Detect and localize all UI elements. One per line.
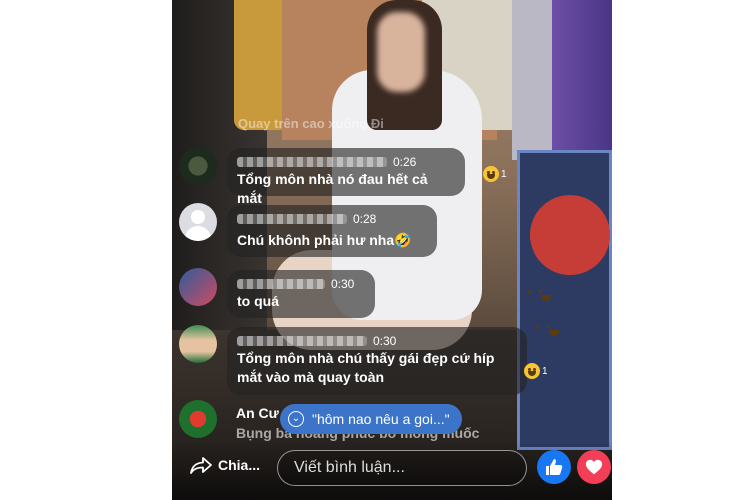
comment-bubble[interactable]: 0:30 to quá [227, 270, 375, 318]
comment-time: 0:26 [393, 155, 417, 169]
comment-time: 0:30 [331, 277, 355, 291]
commenter-name-blurred [237, 214, 347, 224]
share-label: Chia... [218, 457, 261, 473]
new-comments-button[interactable]: ⌄ "hôm nao nêu a goi..." [280, 404, 462, 434]
comment-placeholder: Viết bình luận... [294, 459, 405, 476]
reaction-count: 1 [501, 168, 507, 180]
reaction-count: 1 [542, 365, 548, 377]
comment-text-line2: mắt vào mà quay toàn [237, 369, 385, 385]
comment-reaction[interactable]: 1 [524, 363, 548, 379]
bottom-action-bar: Chia... Viết bình luận... [172, 440, 612, 500]
love-button[interactable] [577, 450, 611, 484]
comment-text: Chú khônh phải hư nha🤣 [237, 232, 412, 248]
avatar[interactable] [179, 400, 217, 438]
floating-reaction [535, 283, 557, 305]
chevron-down-icon: ⌄ [288, 411, 304, 427]
avatar[interactable] [179, 325, 217, 363]
comment-time: 0:30 [373, 334, 397, 348]
live-comments-overlay: Quay trên cao xuống Đi 0:26 Tổng môn nhà… [172, 0, 612, 500]
commenter-name-blurred [237, 157, 387, 167]
avatar[interactable] [179, 203, 217, 241]
comment-time: 0:28 [353, 212, 377, 226]
commenter-name: An Cư [236, 405, 279, 421]
comment-bubble[interactable]: 0:26 Tổng môn nhà nó đau hết cả mắt [227, 148, 465, 206]
faded-comment: Quay trên cao xuống Đi [238, 116, 384, 131]
share-arrow-icon [190, 457, 212, 474]
comment-text: Tổng môn nhà nó đau hết cả mắt [237, 171, 428, 206]
laughing-emoji-icon [524, 363, 540, 379]
comment-input[interactable]: Viết bình luận... [277, 450, 527, 486]
avatar[interactable] [179, 147, 217, 185]
floating-reaction [543, 318, 565, 340]
comment-text: to quá [237, 293, 279, 309]
like-button[interactable] [537, 450, 571, 484]
comment-bubble[interactable]: 0:28 Chú khônh phải hư nha🤣 [227, 205, 437, 257]
comment-reaction[interactable]: 1 [483, 166, 507, 182]
comment-bubble[interactable]: 0:30 Tổng môn nhà chú thấy gái đẹp cứ hí… [227, 327, 527, 395]
commenter-name-blurred [237, 279, 325, 289]
avatar[interactable] [179, 268, 217, 306]
live-video-screen: Quay trên cao xuống Đi 0:26 Tổng môn nhà… [172, 0, 612, 500]
thumbs-up-icon [546, 459, 563, 475]
laughing-emoji-icon [483, 166, 499, 182]
new-comment-preview: "hôm nao nêu a goi..." [312, 411, 450, 427]
share-button[interactable]: Chia... [190, 456, 260, 474]
commenter-name-blurred [237, 336, 367, 346]
heart-icon [585, 459, 603, 475]
comment-text-line1: Tổng môn nhà chú thấy gái đẹp cứ híp [237, 350, 495, 366]
